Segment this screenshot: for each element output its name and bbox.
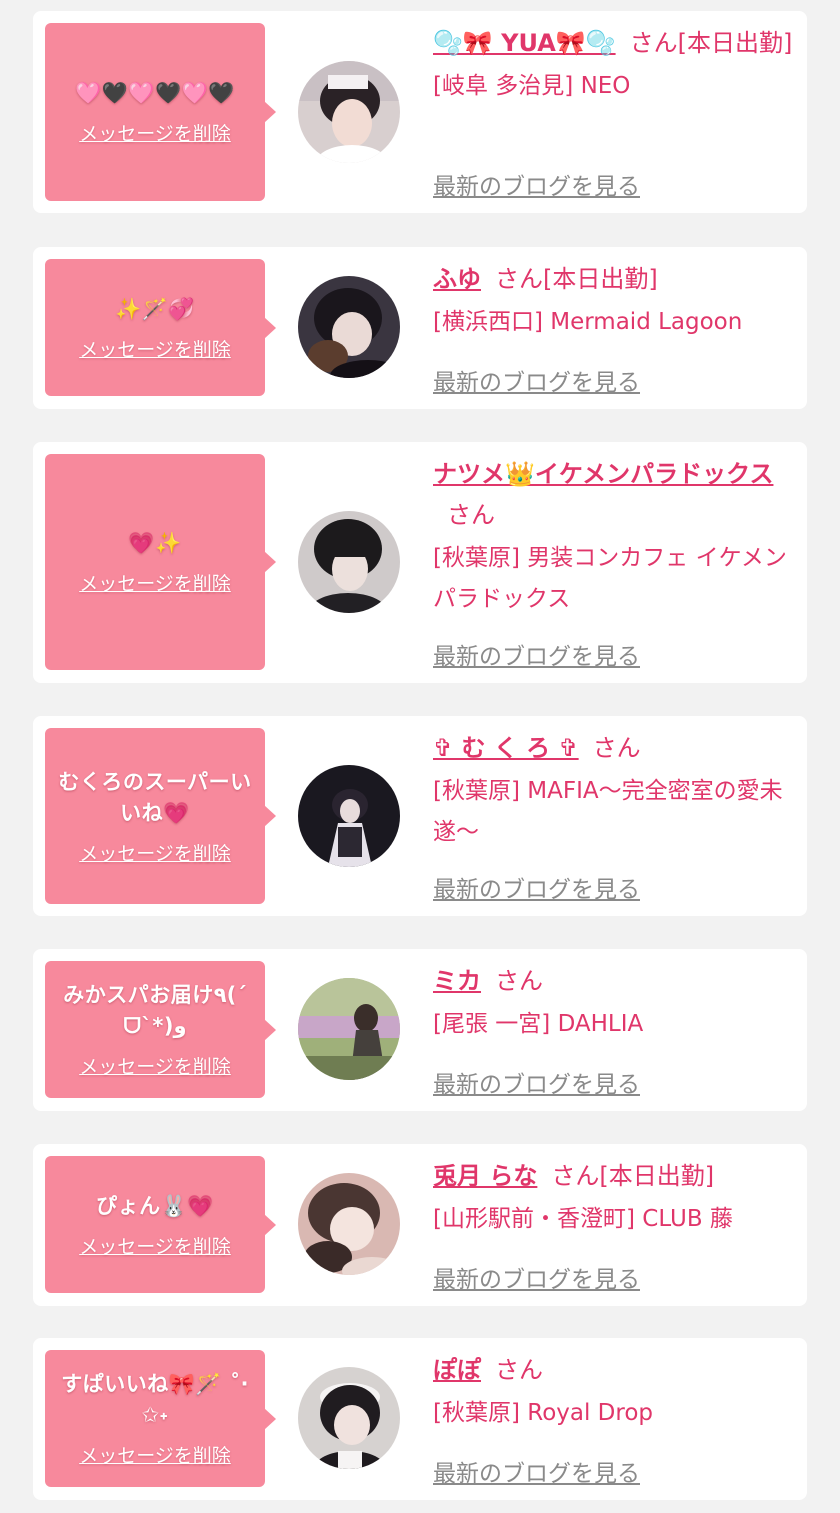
list-item: むくろのスーパーいいね💗 メッセージを削除 ✞ む く ろ ✞ さん [秋葉原] … [33, 716, 807, 916]
cast-photo-icon [298, 765, 400, 867]
cast-name-link[interactable]: ✞ む く ろ ✞ [433, 734, 579, 762]
delete-message-link[interactable]: メッセージを削除 [79, 839, 231, 866]
delete-message-link[interactable]: メッセージを削除 [79, 1232, 231, 1259]
list-item: 🩷🖤🩷🖤🩷🖤 メッセージを削除 🫧🎀 YUA🎀🫧 さん[本日出勤] [岐阜 多治見… [33, 11, 807, 213]
message-bubble: 🩷🖤🩷🖤🩷🖤 メッセージを削除 [45, 23, 276, 201]
cast-heading: ✞ む く ろ ✞ さん [433, 728, 793, 769]
message-bubble: 💗✨ メッセージを削除 [45, 454, 276, 670]
delete-message-link[interactable]: メッセージを削除 [79, 335, 231, 362]
cast-info: 🫧🎀 YUA🎀🫧 さん[本日出勤] [岐阜 多治見] NEO [433, 23, 793, 107]
avatar[interactable] [298, 1173, 400, 1275]
delete-message-link[interactable]: メッセージを削除 [79, 569, 231, 596]
list-item: ✨🪄💞 メッセージを削除 ふゆ さん[本日出勤] [横浜西口] Mermaid L… [33, 247, 807, 409]
cast-name-link[interactable]: ふゆ [433, 265, 481, 293]
cast-suffix: さん[本日出勤] [629, 29, 793, 57]
list-item: ぴょん🐰💗 メッセージを削除 兎月 らな さん[本日出勤] [山形駅前・香澄町] … [33, 1144, 807, 1306]
cast-info: ぽぽ さん [秋葉原] Royal Drop [433, 1350, 793, 1434]
message-text: ぴょん🐰💗 [96, 1193, 214, 1218]
latest-blog-link[interactable]: 最新のブログを見る [433, 637, 640, 671]
cast-heading: ミカ さん [433, 961, 793, 1002]
cast-suffix: さん [495, 967, 543, 995]
message-text: すぱいいね🎀🪄 ˚‧✩˖ [61, 1372, 249, 1427]
cast-name-link[interactable]: 🫧🎀 YUA🎀🫧 [433, 29, 616, 57]
delete-message-link[interactable]: メッセージを削除 [79, 119, 231, 146]
avatar[interactable] [298, 61, 400, 163]
message-bubble: すぱいいね🎀🪄 ˚‧✩˖ メッセージを削除 [45, 1350, 276, 1487]
avatar[interactable] [298, 978, 400, 1080]
cast-name-link[interactable]: ナツメ👑イケメンパラドックス [433, 460, 773, 488]
cast-photo-icon [298, 511, 400, 613]
avatar[interactable] [298, 1367, 400, 1469]
latest-blog-link[interactable]: 最新のブログを見る [433, 1065, 640, 1099]
message-bubble: みかスパお届け٩(ˊᗜˋ*)و メッセージを削除 [45, 961, 276, 1098]
cast-photo-icon [298, 1367, 400, 1469]
cast-heading: ナツメ👑イケメンパラドックスさん [433, 454, 793, 536]
cast-name-link[interactable]: ぽぽ [433, 1356, 481, 1384]
shop-label: [秋葉原] Royal Drop [433, 1400, 654, 1426]
latest-blog-link[interactable]: 最新のブログを見る [433, 870, 640, 904]
cast-name-link[interactable]: 兎月 らな [433, 1162, 537, 1190]
cast-suffix: さん [495, 1356, 543, 1384]
cast-photo-icon [298, 1173, 400, 1275]
cast-photo-icon [298, 61, 400, 163]
cast-heading: 🫧🎀 YUA🎀🫧 さん[本日出勤] [433, 23, 793, 64]
latest-blog-link[interactable]: 最新のブログを見る [433, 1260, 640, 1294]
message-bubble: むくろのスーパーいいね💗 メッセージを削除 [45, 728, 276, 904]
latest-blog-link[interactable]: 最新のブログを見る [433, 363, 640, 397]
message-text: みかスパお届け٩(ˊᗜˋ*)و [63, 983, 247, 1038]
message-bubble: ぴょん🐰💗 メッセージを削除 [45, 1156, 276, 1293]
delete-message-link[interactable]: メッセージを削除 [79, 1052, 231, 1079]
shop-label: [尾張 一宮] DAHLIA [433, 1011, 644, 1037]
message-text: 💗✨ [128, 531, 182, 555]
cast-heading: 兎月 らな さん[本日出勤] [433, 1156, 793, 1197]
cast-suffix: さん [447, 501, 495, 529]
cast-heading: ぽぽ さん [433, 1350, 793, 1391]
cast-suffix: さん [592, 734, 641, 762]
delete-message-link[interactable]: メッセージを削除 [79, 1441, 231, 1468]
super-like-list: 🩷🖤🩷🖤🩷🖤 メッセージを削除 🫧🎀 YUA🎀🫧 さん[本日出勤] [岐阜 多治見… [0, 0, 840, 1513]
message-text: むくろのスーパーいいね💗 [58, 769, 252, 825]
cast-info: 兎月 らな さん[本日出勤] [山形駅前・香澄町] CLUB 藤 [433, 1156, 793, 1240]
cast-photo-icon [298, 276, 400, 378]
shop-label: [山形駅前・香澄町] CLUB 藤 [433, 1206, 733, 1232]
latest-blog-link[interactable]: 最新のブログを見る [433, 167, 640, 201]
cast-suffix: さん[本日出勤] [551, 1162, 715, 1190]
list-item: みかスパお届け٩(ˊᗜˋ*)و メッセージを削除 ミカ さん [尾張 一宮] DA… [33, 949, 807, 1111]
latest-blog-link[interactable]: 最新のブログを見る [433, 1454, 640, 1488]
avatar[interactable] [298, 511, 400, 613]
shop-label: [秋葉原] MAFIA〜完全密室の愛未遂〜 [433, 778, 783, 845]
cast-info: ふゆ さん[本日出勤] [横浜西口] Mermaid Lagoon [433, 259, 793, 343]
avatar[interactable] [298, 276, 400, 378]
shop-label: [横浜西口] Mermaid Lagoon [433, 309, 743, 335]
cast-photo-icon [298, 978, 400, 1080]
cast-suffix: さん[本日出勤] [495, 265, 658, 293]
cast-heading: ふゆ さん[本日出勤] [433, 259, 793, 300]
message-text: 🩷🖤🩷🖤🩷🖤 [75, 81, 235, 105]
cast-info: ✞ む く ろ ✞ さん [秋葉原] MAFIA〜完全密室の愛未遂〜 [433, 728, 793, 853]
list-item: 💗✨ メッセージを削除 ナツメ👑イケメンパラドックスさん [秋葉原] 男装コンカ… [33, 442, 807, 683]
list-item: すぱいいね🎀🪄 ˚‧✩˖ メッセージを削除 ぽぽ さん [秋葉原] Royal D… [33, 1338, 807, 1500]
cast-name-link[interactable]: ミカ [433, 967, 481, 995]
message-bubble: ✨🪄💞 メッセージを削除 [45, 259, 276, 396]
message-text: ✨🪄💞 [115, 296, 195, 321]
cast-info: ナツメ👑イケメンパラドックスさん [秋葉原] 男装コンカフェ イケメンパラドック… [433, 454, 793, 620]
shop-label: [秋葉原] 男装コンカフェ イケメンパラドックス [433, 545, 787, 612]
shop-label: [岐阜 多治見] NEO [433, 73, 631, 99]
avatar[interactable] [298, 765, 400, 867]
cast-info: ミカ さん [尾張 一宮] DAHLIA [433, 961, 793, 1045]
